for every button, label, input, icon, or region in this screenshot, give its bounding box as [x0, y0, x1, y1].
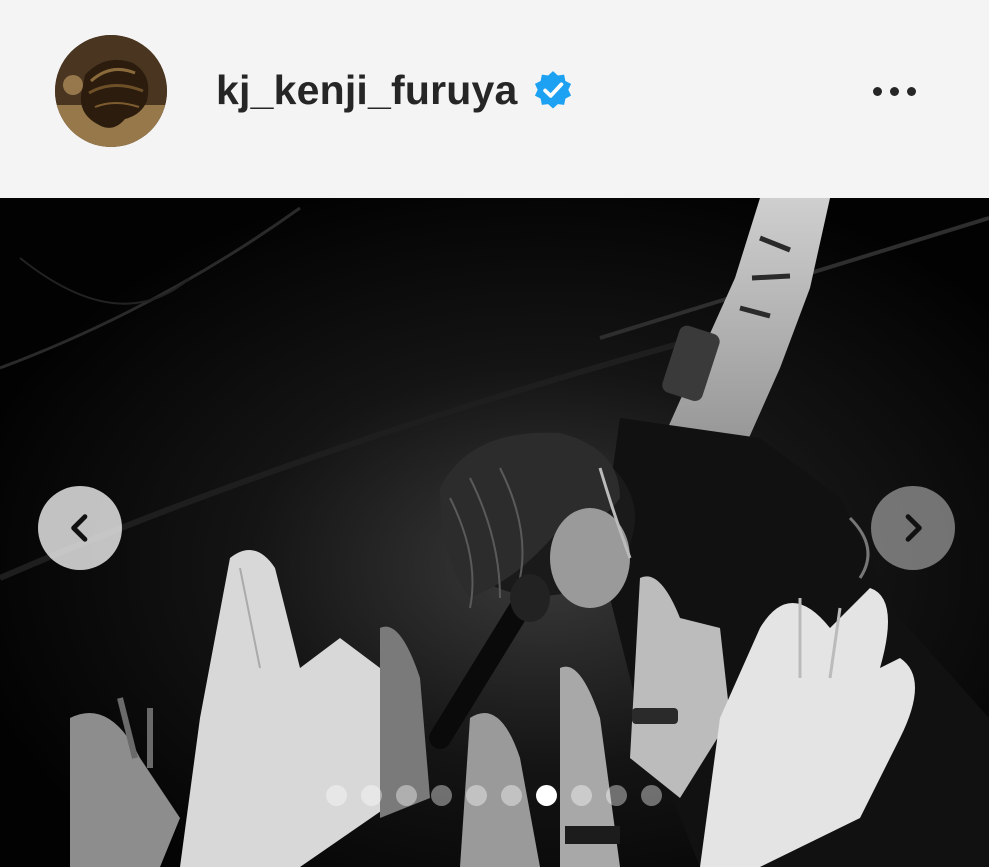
more-options-icon-dot [906, 86, 916, 96]
username[interactable]: kj_kenji_furuya [216, 67, 518, 114]
carousel-dot [501, 785, 522, 806]
username-row: kj_kenji_furuya [216, 62, 574, 118]
more-options-button[interactable] [862, 72, 926, 110]
carousel-dot [571, 785, 592, 806]
carousel-dot [431, 785, 452, 806]
post-header: kj_kenji_furuya [0, 0, 989, 198]
carousel-dot [396, 785, 417, 806]
carousel-dot [326, 785, 347, 806]
carousel-dot [361, 785, 382, 806]
avatar[interactable] [55, 35, 167, 147]
avatar-image [55, 35, 167, 147]
carousel-dot [466, 785, 487, 806]
carousel-dot [606, 785, 627, 806]
carousel-pagination [326, 785, 662, 806]
chevron-right-icon [905, 514, 922, 542]
carousel-dot-active [536, 785, 557, 806]
more-options-icon [872, 86, 882, 96]
post-photo[interactable] [0, 198, 989, 867]
next-slide-button[interactable] [871, 486, 955, 570]
chevron-left-icon [71, 514, 88, 542]
more-options-icon-dot [889, 86, 899, 96]
previous-slide-button[interactable] [38, 486, 122, 570]
verified-badge-icon [532, 69, 574, 111]
concert-photo-image [0, 198, 989, 867]
carousel-dot [641, 785, 662, 806]
